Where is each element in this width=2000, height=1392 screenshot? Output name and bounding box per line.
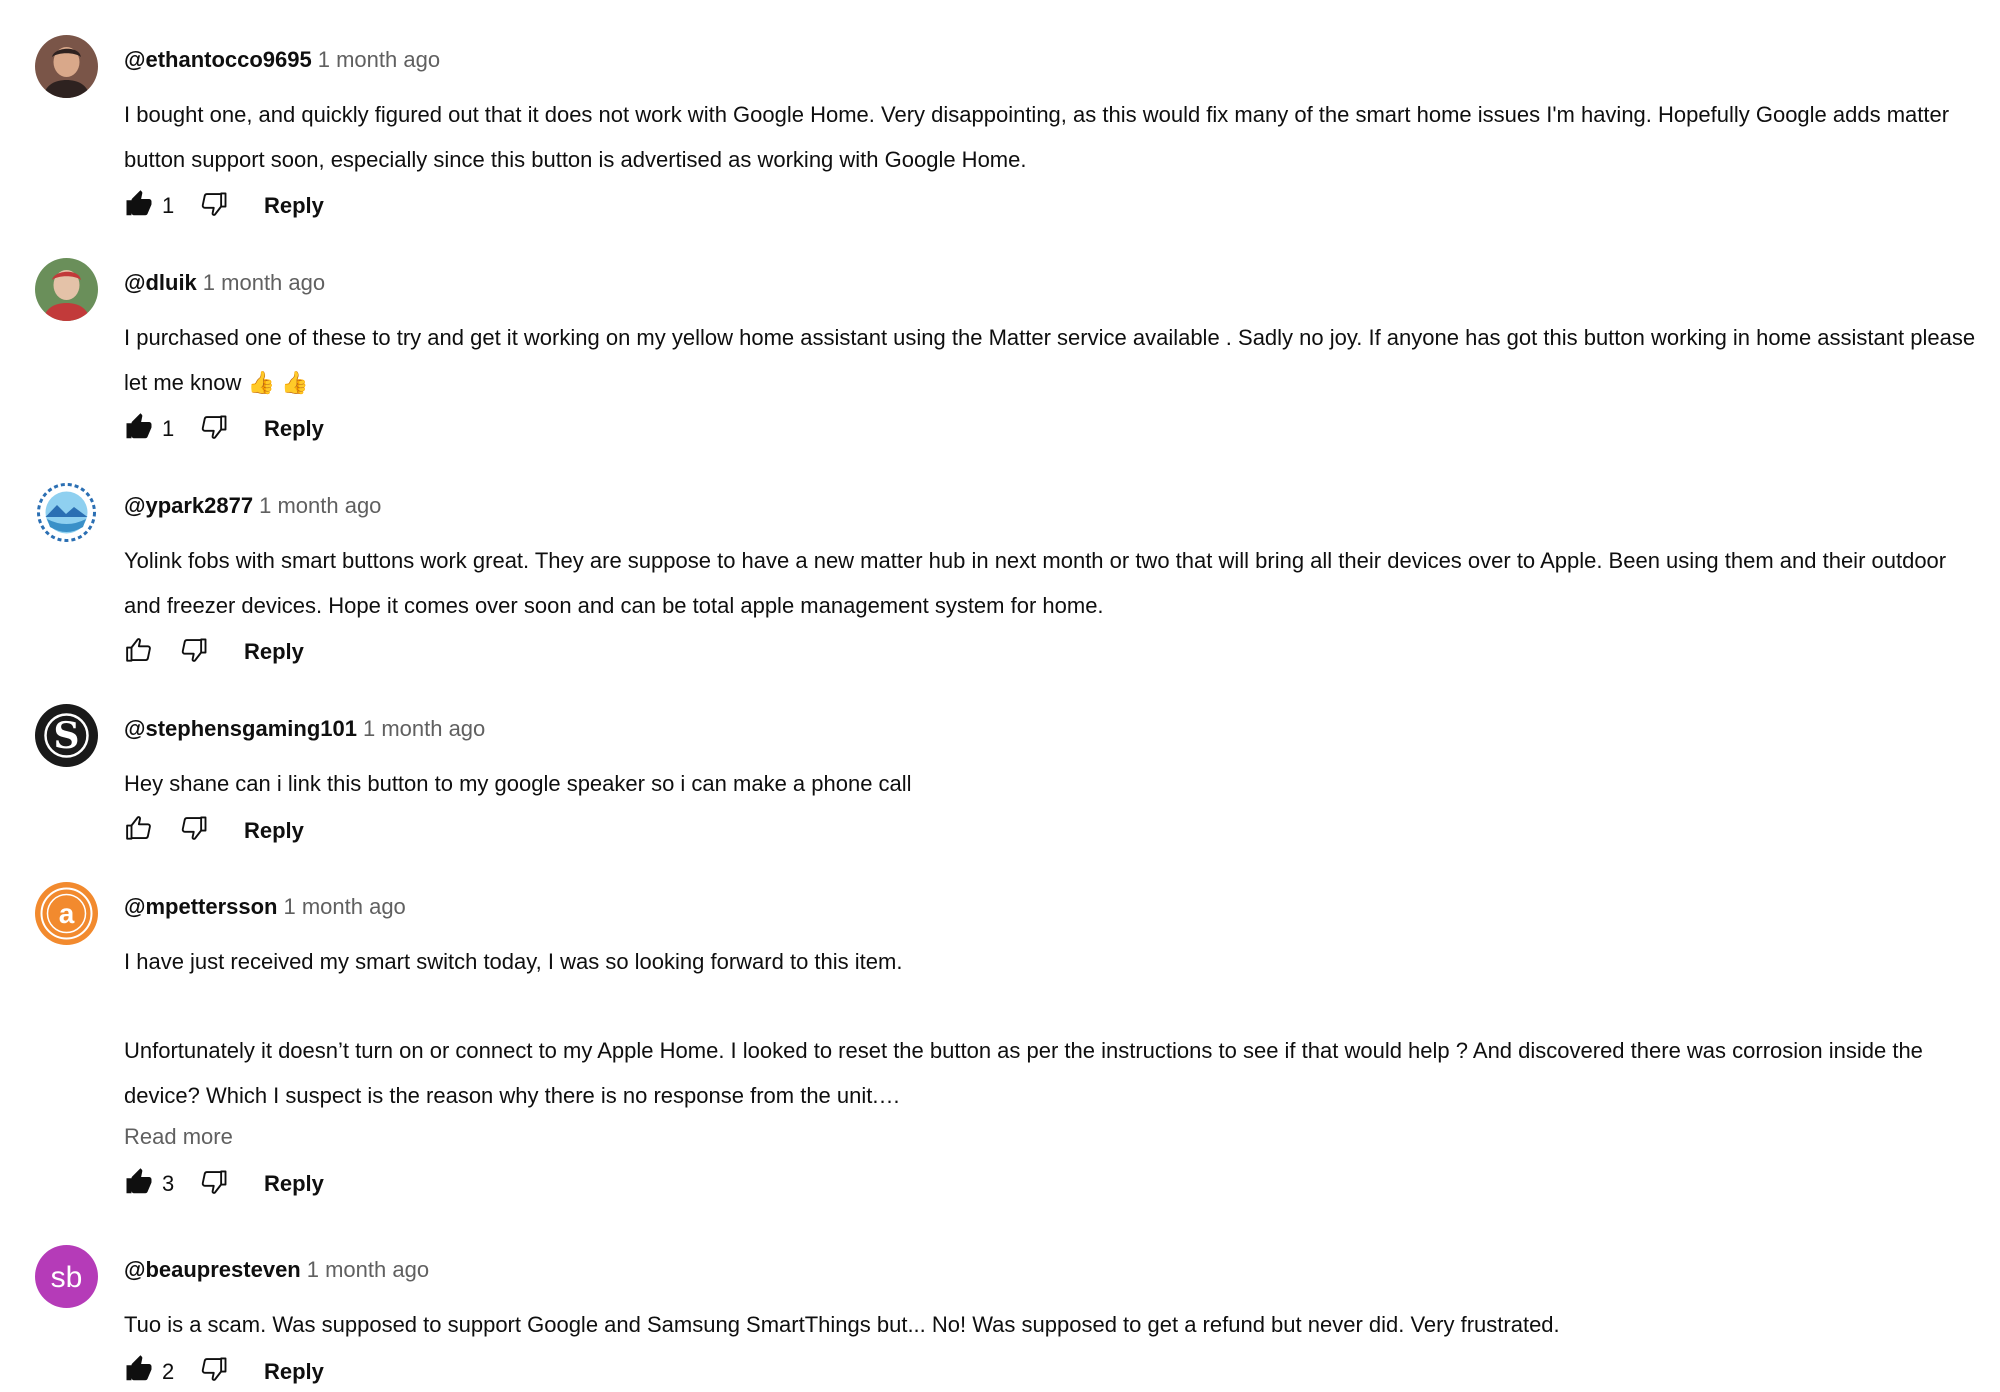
comment-text: I bought one, and quickly figured out th… [124,93,1984,182]
author-name[interactable]: @stephensgaming101 [124,716,357,741]
comment-timestamp[interactable]: 1 month ago [307,1257,429,1282]
thumbs-up-filled-icon [124,189,154,224]
thumbs-up-filled-icon [124,412,154,447]
thumbs-down-icon [198,1354,228,1389]
comment-timestamp[interactable]: 1 month ago [363,716,485,741]
comment-actions: 2 Reply [122,1352,324,1392]
reply-button[interactable]: Reply [264,416,324,442]
comment-header: @mpettersson 1 month ago [124,892,406,922]
comment-header: @stephensgaming101 1 month ago [124,714,485,744]
comment-header: @ypark2877 1 month ago [124,491,381,521]
like-button[interactable] [122,412,156,446]
comment-timestamp[interactable]: 1 month ago [259,493,381,518]
dislike-button[interactable] [176,635,210,669]
comment-header: @beaupresteven 1 month ago [124,1255,429,1285]
reply-button[interactable]: Reply [264,193,324,219]
thumbs-down-icon [198,189,228,224]
comment-text: Hey shane can i link this button to my g… [124,762,1984,807]
reply-button[interactable]: Reply [264,1171,324,1197]
comments-section: @ethantocco9695 1 month ago I bought one, … [0,0,2000,1387]
comment-paragraph [124,985,1984,1030]
author-name[interactable]: @dluik [124,270,197,295]
comment-paragraph: Tuo is a scam. Was supposed to support G… [124,1312,1560,1337]
comment-paragraph: I have just received my smart switch tod… [124,949,903,974]
comment-paragraph: Hey shane can i link this button to my g… [124,771,912,796]
author-name[interactable]: @mpettersson [124,894,277,919]
like-count: 1 [162,416,175,441]
like-count: 1 [162,193,175,218]
thumbs-down-icon [198,1167,228,1202]
avatar[interactable]: a [35,882,98,945]
thumbs-up-filled-icon [124,1167,154,1202]
comment-paragraph: Yolink fobs with smart buttons work grea… [124,548,1953,618]
comment-actions: Reply [122,632,304,672]
author-name[interactable]: @ethantocco9695 [124,47,312,72]
thumbs-up-icon [124,813,154,848]
thumbs-down-icon [198,412,228,447]
comment-text: I have just received my smart switch tod… [124,940,1984,1118]
comment-paragraph: I purchased one of these to try and get … [124,325,1982,395]
like-button[interactable] [122,1167,156,1201]
like-count: 2 [162,1358,175,1384]
dislike-button[interactable] [196,1355,230,1389]
like-button[interactable] [122,189,156,223]
svg-text:sb: sb [51,1261,83,1294]
avatar[interactable] [35,35,98,98]
thumbs-down-icon [178,635,208,670]
comment-paragraph: Unfortunately it doesn’t turn on or conn… [124,1038,1930,1108]
comment-text: Tuo is a scam. Was supposed to support G… [124,1303,1984,1348]
thumbs-up-filled-icon [124,1354,154,1389]
comment-timestamp[interactable]: 1 month ago [203,270,325,295]
thumbs-down-icon [178,813,208,848]
comment-actions: Reply [122,811,304,851]
comment-text: I purchased one of these to try and get … [124,316,1984,405]
avatar[interactable]: sb [35,1245,98,1308]
comment-actions: 3 Reply [122,1164,324,1204]
comment-text: Yolink fobs with smart buttons work grea… [124,539,1984,628]
author-name[interactable]: @beaupresteven [124,1257,301,1282]
author-name[interactable]: @ypark2877 [124,493,253,518]
like-count: 3 [162,1171,175,1196]
svg-text:S: S [54,715,80,757]
reply-button[interactable]: Reply [244,639,304,665]
svg-text:a: a [59,898,75,929]
avatar[interactable] [35,481,98,544]
reply-button[interactable]: Reply [264,1359,324,1385]
avatar[interactable]: S [35,704,98,767]
reply-button[interactable]: Reply [244,818,304,844]
dislike-button[interactable] [176,814,210,848]
comment-timestamp[interactable]: 1 month ago [318,47,440,72]
dislike-button[interactable] [196,412,230,446]
like-button[interactable] [122,814,156,848]
read-more-link[interactable]: Read more [124,1122,233,1152]
comment-timestamp[interactable]: 1 month ago [283,894,405,919]
comment-actions: 1 Reply [122,409,324,449]
dislike-button[interactable] [196,189,230,223]
comment-header: @ethantocco9695 1 month ago [124,45,440,75]
avatar[interactable] [35,258,98,321]
like-button[interactable] [122,1355,156,1389]
comment-header: @dluik 1 month ago [124,268,325,298]
thumbs-up-icon [124,635,154,670]
comment-paragraph: I bought one, and quickly figured out th… [124,102,1956,172]
like-button[interactable] [122,635,156,669]
comment-actions: 1 Reply [122,186,324,226]
dislike-button[interactable] [196,1167,230,1201]
